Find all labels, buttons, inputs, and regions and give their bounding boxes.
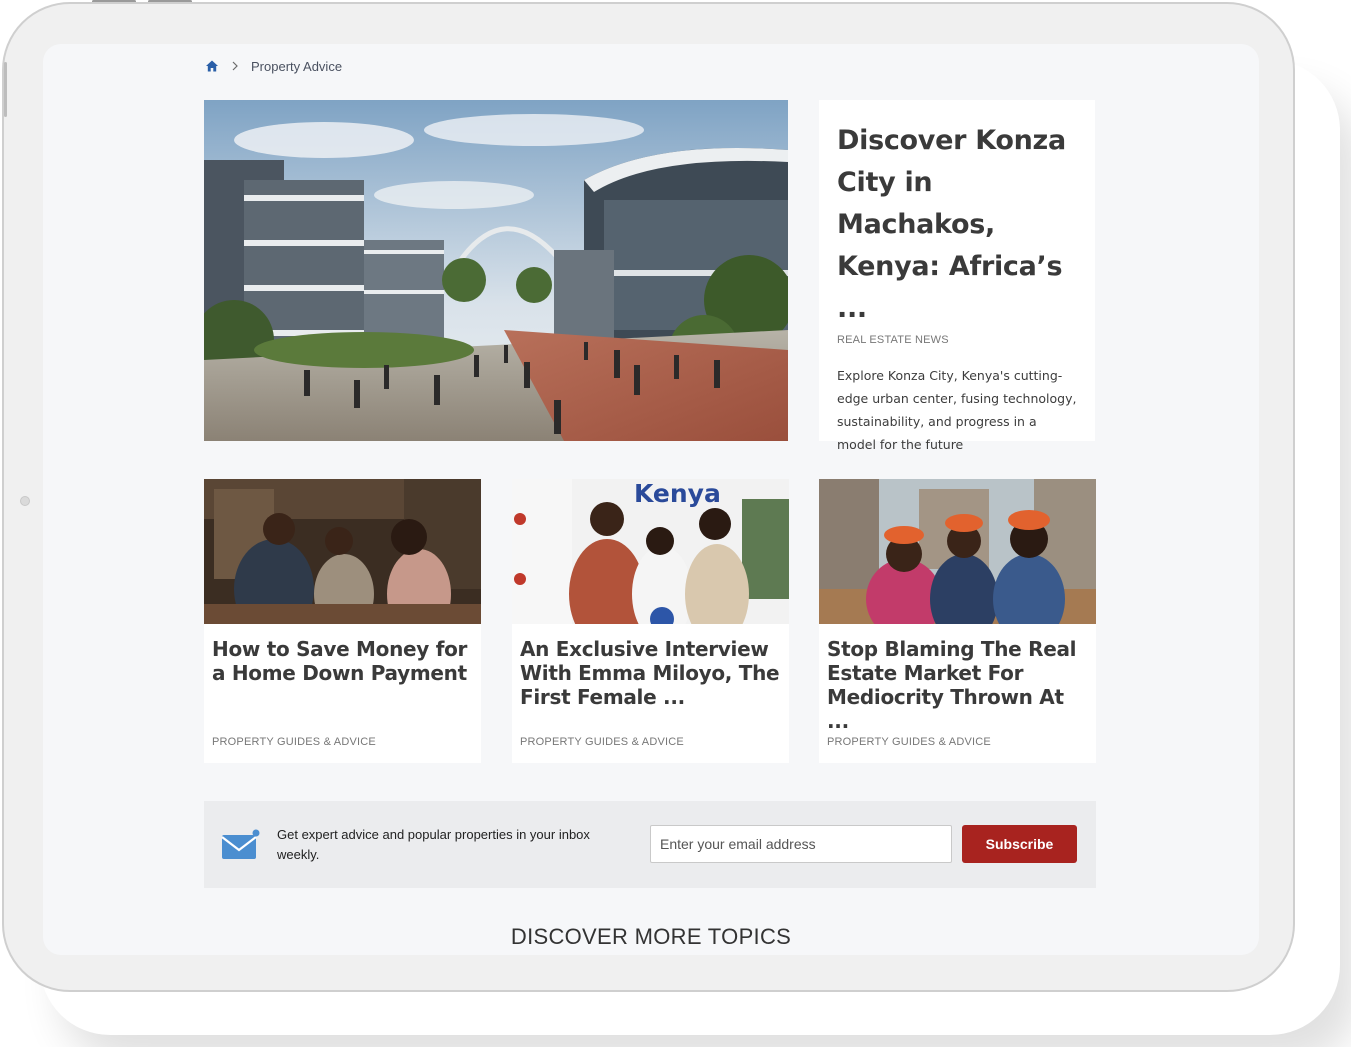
card-category[interactable]: PROPERTY GUIDES & ADVICE bbox=[204, 736, 481, 748]
image-text-kenya: Kenya bbox=[634, 479, 721, 508]
discover-more-heading: DISCOVER MORE TOPICS bbox=[510, 924, 792, 949]
mail-icon bbox=[221, 829, 260, 859]
hero-image[interactable] bbox=[204, 100, 788, 441]
newsletter-text: Get expert advice and popular properties… bbox=[277, 827, 590, 862]
card-category[interactable]: PROPERTY GUIDES & ADVICE bbox=[512, 736, 789, 748]
hero-article-card[interactable]: Discover Konza City in Machakos, Kenya: … bbox=[819, 100, 1095, 452]
hero-title[interactable]: Discover Konza City in Machakos, Kenya: … bbox=[837, 120, 1077, 330]
subscribe-button[interactable]: Subscribe bbox=[962, 825, 1077, 863]
side-button bbox=[4, 62, 7, 117]
chevron-right-icon bbox=[232, 61, 238, 71]
newsletter-banner: Get expert advice and popular properties… bbox=[204, 801, 1096, 888]
breadcrumb-current[interactable]: Property Advice bbox=[251, 59, 342, 74]
breadcrumb: Property Advice bbox=[205, 58, 342, 74]
article-card[interactable]: Kenya An Exclusive Interview With Emma M… bbox=[512, 479, 789, 763]
card-title[interactable]: An Exclusive Interview With Emma Miloyo,… bbox=[512, 624, 789, 736]
hero-description: Explore Konza City, Kenya's cutting-edge… bbox=[837, 368, 1077, 452]
card-image[interactable] bbox=[819, 479, 1096, 624]
article-card[interactable]: How to Save Money for a Home Down Paymen… bbox=[204, 479, 481, 763]
card-image[interactable]: Kenya bbox=[512, 479, 789, 624]
screen: Property Advice Discover Konza City in M… bbox=[43, 44, 1259, 955]
card-category[interactable]: PROPERTY GUIDES & ADVICE bbox=[819, 736, 1096, 748]
card-title[interactable]: Stop Blaming The Real Estate Market For … bbox=[819, 624, 1096, 736]
card-title[interactable]: How to Save Money for a Home Down Paymen… bbox=[204, 624, 481, 736]
email-input[interactable] bbox=[650, 825, 952, 863]
tablet-frame: Property Advice Discover Konza City in M… bbox=[2, 2, 1295, 992]
article-card[interactable]: Stop Blaming The Real Estate Market For … bbox=[819, 479, 1096, 763]
card-image[interactable] bbox=[204, 479, 481, 624]
camera bbox=[20, 496, 30, 506]
hero-category[interactable]: REAL ESTATE NEWS bbox=[837, 334, 1077, 346]
home-icon[interactable] bbox=[205, 59, 219, 73]
